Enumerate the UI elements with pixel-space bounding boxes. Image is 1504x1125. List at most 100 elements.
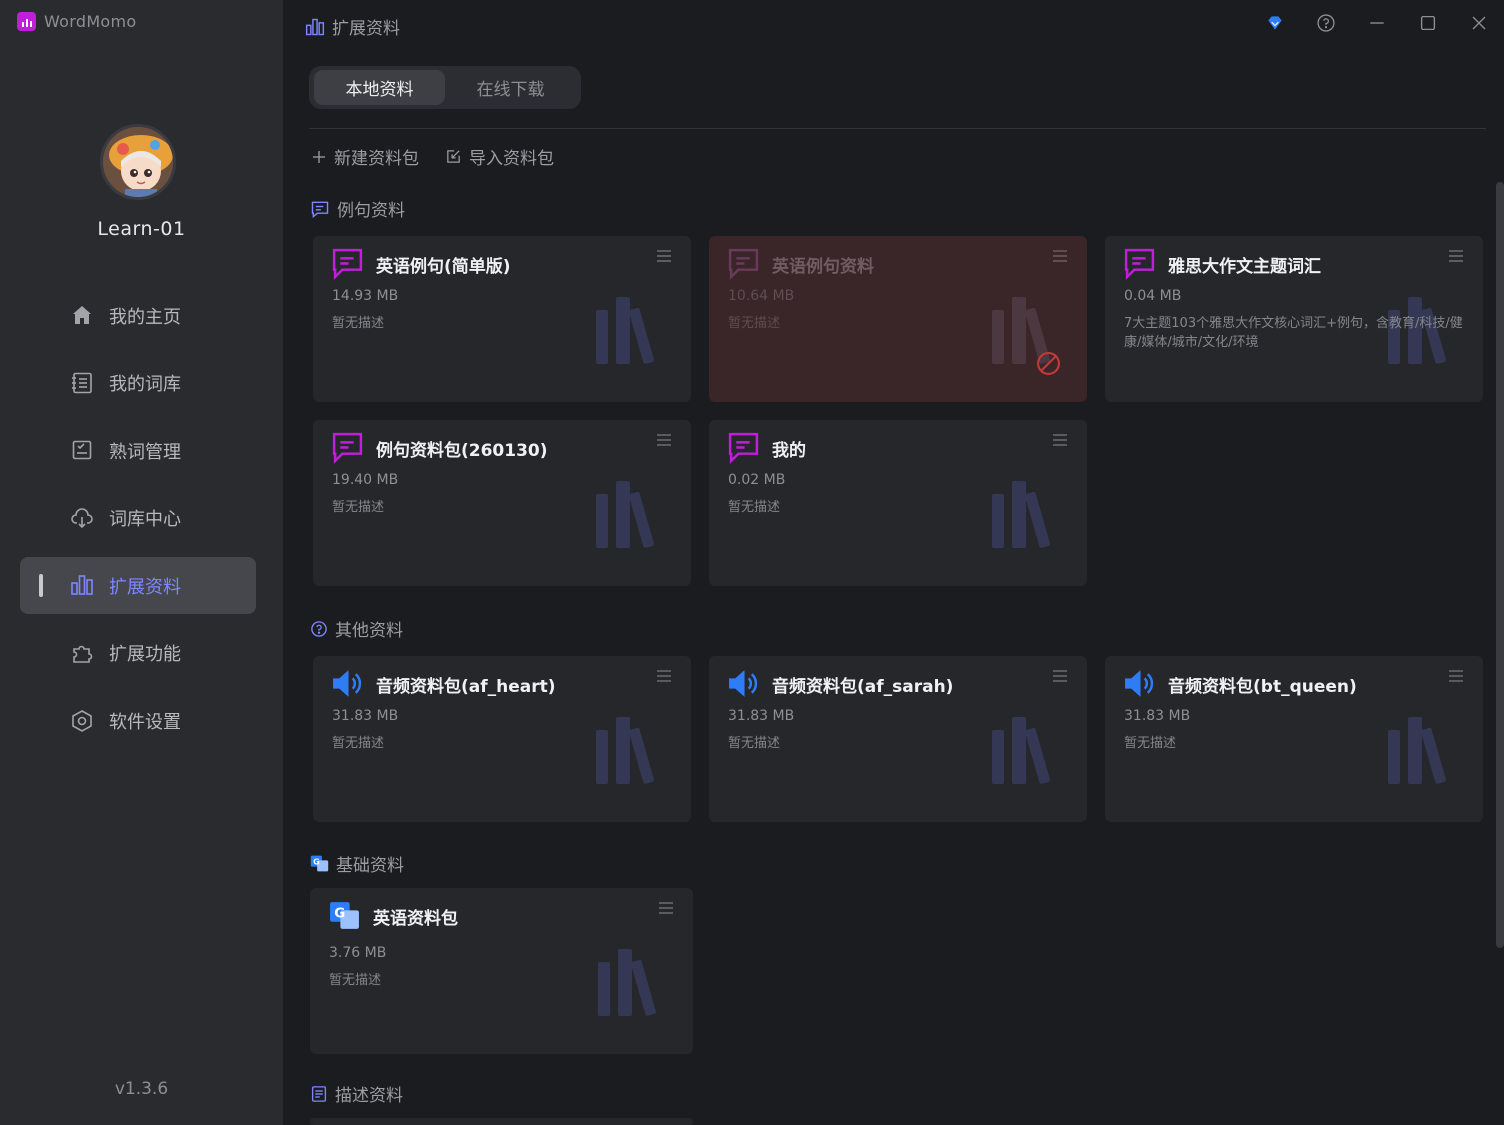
books-icon [992, 717, 1051, 784]
section-others: 其他资料 [310, 616, 403, 641]
app-window: WordMomo Learn-01 我的主页 我的词库 熟词管理 词库中心 扩展… [0, 0, 1504, 1125]
package-card[interactable]: G 英语资料包 3.76 MB 暂无描述 [310, 888, 693, 1054]
nav-item-extensions[interactable]: 扩展功能 [20, 625, 256, 682]
package-description: 7大主题103个雅思大作文核心词汇+例句，含教育/科技/健康/媒体/城市/文化/… [1124, 316, 1463, 350]
sidebar: WordMomo Learn-01 我的主页 我的词库 熟词管理 词库中心 扩展… [0, 0, 283, 1125]
speaker-icon [333, 670, 362, 697]
section-title-text: 基础资料 [336, 856, 404, 876]
brand: WordMomo [17, 12, 137, 31]
tab-online[interactable]: 在线下载 [445, 70, 576, 105]
package-card-partial[interactable] [310, 1118, 693, 1125]
question-circle-icon [311, 620, 327, 637]
menu-icon[interactable] [657, 250, 671, 262]
package-card[interactable]: 音频资料包(af_sarah) 31.83 MB 暂无描述 [709, 656, 1087, 822]
close-button[interactable] [1453, 0, 1504, 46]
package-card[interactable]: 例句资料包(260130) 19.40 MB 暂无描述 [313, 420, 691, 586]
package-card[interactable]: 我的 0.02 MB 暂无描述 [709, 420, 1087, 586]
package-name: 英语资料包 [373, 909, 458, 929]
package-card[interactable]: 音频资料包(bt_queen) 31.83 MB 暂无描述 [1105, 656, 1483, 822]
books-icon [596, 717, 655, 784]
translate-icon: G [330, 902, 359, 929]
package-card[interactable]: 英语例句(简单版) 14.93 MB 暂无描述 [313, 236, 691, 402]
plus-icon [313, 150, 325, 163]
nav-item-wordbook[interactable]: 我的词库 [20, 355, 256, 412]
nav-label: 词库中心 [109, 509, 181, 531]
package-card-disabled[interactable]: 英语例句资料 10.64 MB 暂无描述 [709, 236, 1087, 402]
section-basics: G 基础资料 [310, 851, 404, 876]
new-package-button[interactable]: 新建资料包 [311, 144, 419, 169]
package-size: 14.93 MB [332, 288, 399, 304]
menu-icon[interactable] [1449, 250, 1463, 262]
new-package-label: 新建资料包 [334, 149, 419, 169]
nav-item-settings[interactable]: 软件设置 [20, 693, 256, 750]
minimize-icon [1369, 22, 1384, 24]
vip-button[interactable] [1249, 0, 1300, 46]
help-icon [1316, 14, 1335, 32]
bar-chart-icon [305, 18, 325, 35]
cloud-download-icon [71, 507, 93, 528]
menu-icon[interactable] [1053, 250, 1067, 262]
package-size: 0.04 MB [1124, 288, 1182, 304]
scrollbar[interactable] [1496, 182, 1504, 948]
books-icon [598, 949, 657, 1016]
import-package-label: 导入资料包 [469, 149, 554, 169]
sidebar-nav: 我的主页 我的词库 熟词管理 词库中心 扩展资料 扩展功能 软件设置 [20, 287, 256, 760]
nav-label: 扩展资料 [109, 576, 181, 598]
package-name: 例句资料包(260130) [376, 441, 548, 461]
nav-item-extended-materials[interactable]: 扩展资料 [20, 557, 256, 615]
document-icon [311, 1085, 327, 1102]
package-size: 3.76 MB [329, 945, 387, 961]
package-name: 英语例句(简单版) [376, 257, 511, 277]
chat-bubble-icon [332, 248, 363, 280]
app-logo-icon [17, 12, 36, 31]
book-icon [72, 372, 92, 393]
nav-label: 我的词库 [109, 374, 181, 396]
divider [309, 128, 1486, 129]
maximize-button[interactable] [1402, 0, 1453, 46]
package-card[interactable]: 音频资料包(af_heart) 31.83 MB 暂无描述 [313, 656, 691, 822]
menu-icon[interactable] [1449, 670, 1463, 682]
package-size: 0.02 MB [728, 472, 786, 488]
nav-label: 熟词管理 [109, 441, 181, 463]
window-controls [1249, 0, 1504, 46]
menu-icon[interactable] [657, 434, 671, 446]
chat-bubble-icon [728, 432, 759, 464]
tab-group: 本地资料 在线下载 [309, 66, 581, 109]
package-size: 31.83 MB [332, 708, 399, 724]
section-descriptions: 描述资料 [310, 1081, 403, 1106]
tab-local[interactable]: 本地资料 [314, 70, 445, 105]
package-size: 19.40 MB [332, 472, 399, 488]
menu-icon[interactable] [657, 670, 671, 682]
menu-icon[interactable] [1053, 670, 1067, 682]
help-button[interactable] [1300, 0, 1351, 46]
speaker-icon [1125, 670, 1154, 697]
toolbar: 新建资料包 导入资料包 [311, 144, 554, 169]
minimize-button[interactable] [1351, 0, 1402, 46]
close-icon [1472, 16, 1485, 30]
nav-item-library-center[interactable]: 词库中心 [20, 490, 256, 547]
checklist-icon [72, 440, 92, 460]
nav-item-known-words[interactable]: 熟词管理 [20, 422, 256, 479]
username: Learn-01 [97, 218, 186, 240]
package-size: 31.83 MB [1124, 708, 1191, 724]
books-icon [596, 481, 655, 548]
svg-text:G: G [334, 907, 345, 922]
speaker-icon [729, 670, 758, 697]
puzzle-icon [73, 645, 93, 663]
chat-bubble-icon [332, 432, 363, 464]
menu-icon[interactable] [1053, 434, 1067, 446]
import-package-button[interactable]: 导入资料包 [445, 144, 554, 169]
chat-icon [311, 201, 329, 218]
bar-chart-icon [71, 575, 93, 596]
translate-icon: G [310, 855, 329, 872]
disabled-icon [1037, 352, 1060, 375]
avatar[interactable] [100, 124, 176, 200]
package-name: 我的 [772, 441, 806, 461]
chat-bubble-icon [1124, 248, 1155, 280]
import-icon [447, 150, 460, 163]
menu-icon[interactable] [659, 902, 673, 914]
package-card[interactable]: 雅思大作文主题词汇 0.04 MB 7大主题103个雅思大作文核心词汇+例句，含… [1105, 236, 1483, 402]
books-icon [992, 481, 1051, 548]
nav-item-home[interactable]: 我的主页 [20, 287, 256, 344]
home-icon [73, 306, 91, 324]
